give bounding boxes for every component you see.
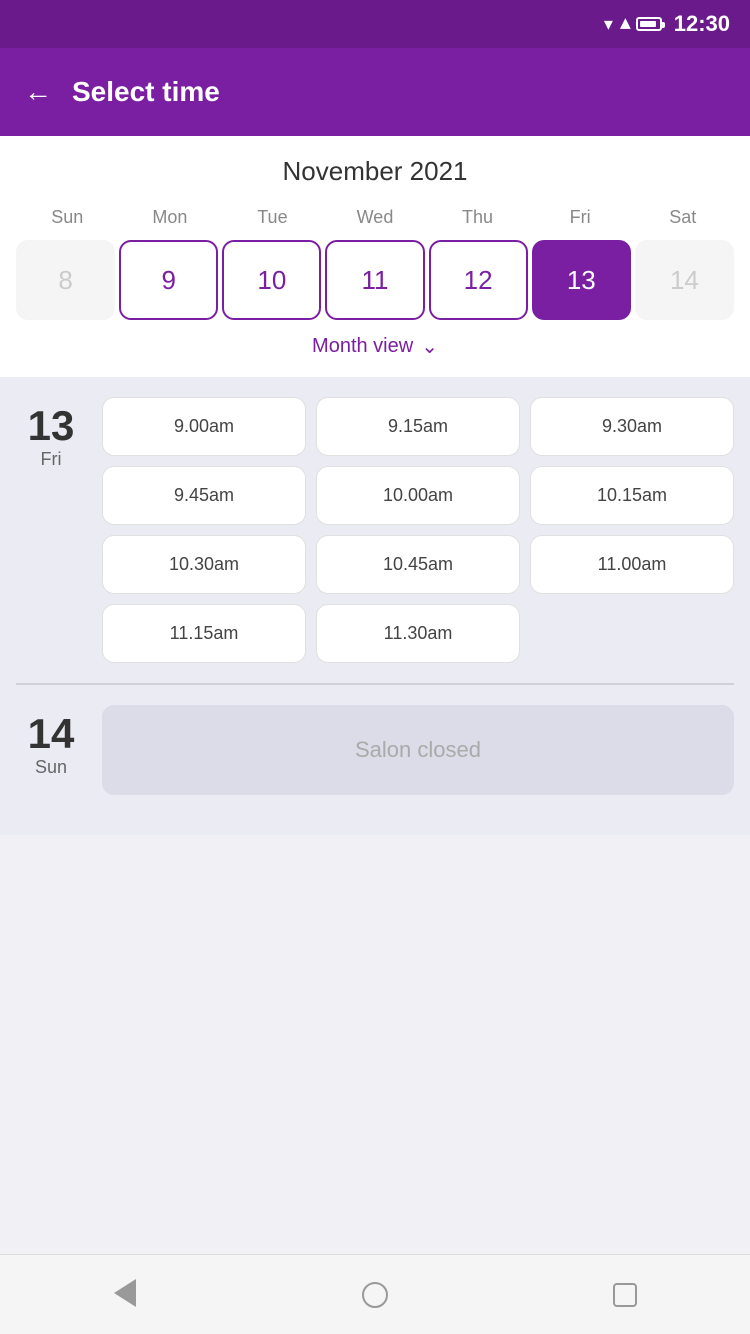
nav-recents-button[interactable] <box>595 1265 655 1325</box>
day-block-13: 13 Fri 9.00am 9.15am 9.30am 9.45am 10.00… <box>16 397 734 663</box>
home-nav-icon <box>362 1282 388 1308</box>
nav-home-button[interactable] <box>345 1265 405 1325</box>
weekday-sun: Sun <box>16 203 119 232</box>
back-nav-icon <box>114 1279 136 1310</box>
day-name-13: Fri <box>41 449 62 470</box>
date-cell-10[interactable]: 10 <box>222 240 321 320</box>
slots-grid-13: 9.00am 9.15am 9.30am 9.45am 10.00am 10.1… <box>102 397 734 663</box>
slot-1100am[interactable]: 11.00am <box>530 535 734 594</box>
day-label-14: 14 Sun <box>16 705 86 795</box>
salon-closed-message: Salon closed <box>102 705 734 795</box>
weekday-fri: Fri <box>529 203 632 232</box>
weekday-mon: Mon <box>119 203 222 232</box>
battery-icon <box>636 17 662 31</box>
slot-915am[interactable]: 9.15am <box>316 397 520 456</box>
day-name-14: Sun <box>35 757 67 778</box>
nav-back-button[interactable] <box>95 1265 155 1325</box>
slot-1045am[interactable]: 10.45am <box>316 535 520 594</box>
recents-nav-icon <box>613 1283 637 1307</box>
date-cell-14[interactable]: 14 <box>635 240 734 320</box>
day-block-14: 14 Sun Salon closed <box>16 705 734 795</box>
weekday-tue: Tue <box>221 203 324 232</box>
back-button[interactable]: ← <box>24 78 52 106</box>
month-year-label: November 2021 <box>16 156 734 187</box>
slot-1130am[interactable]: 11.30am <box>316 604 520 663</box>
section-divider <box>16 683 734 685</box>
page-title: Select time <box>72 76 220 108</box>
date-cell-8[interactable]: 8 <box>16 240 115 320</box>
weekday-wed: Wed <box>324 203 427 232</box>
date-cell-9[interactable]: 9 <box>119 240 218 320</box>
status-time: 12:30 <box>674 11 730 37</box>
calendar-section: November 2021 Sun Mon Tue Wed Thu Fri Sa… <box>0 136 750 377</box>
signal-icon <box>619 15 630 33</box>
date-cell-13[interactable]: 13 <box>532 240 631 320</box>
weekday-row: Sun Mon Tue Wed Thu Fri Sat <box>16 203 734 232</box>
bottom-nav <box>0 1254 750 1334</box>
time-slots-section: 13 Fri 9.00am 9.15am 9.30am 9.45am 10.00… <box>0 377 750 835</box>
slot-945am[interactable]: 9.45am <box>102 466 306 525</box>
day-number-13: 13 <box>28 405 75 447</box>
weekday-sat: Sat <box>631 203 734 232</box>
day-label-13: 13 Fri <box>16 397 86 663</box>
wifi-icon <box>604 14 613 35</box>
date-cell-11[interactable]: 11 <box>325 240 424 320</box>
chevron-down-icon: ⌄ <box>421 334 438 359</box>
app-bar: ← Select time <box>0 48 750 136</box>
slot-930am[interactable]: 9.30am <box>530 397 734 456</box>
day-number-14: 14 <box>28 713 75 755</box>
slot-1015am[interactable]: 10.15am <box>530 466 734 525</box>
status-icons: 12:30 <box>604 11 730 37</box>
status-bar: 12:30 <box>0 0 750 48</box>
month-view-label: Month view <box>312 335 413 358</box>
slot-1000am[interactable]: 10.00am <box>316 466 520 525</box>
date-row: 8 9 10 11 12 13 14 <box>16 240 734 320</box>
date-cell-12[interactable]: 12 <box>429 240 528 320</box>
weekday-thu: Thu <box>426 203 529 232</box>
slot-1115am[interactable]: 11.15am <box>102 604 306 663</box>
month-view-toggle[interactable]: Month view ⌄ <box>16 320 734 365</box>
slot-1030am[interactable]: 10.30am <box>102 535 306 594</box>
slot-900am[interactable]: 9.00am <box>102 397 306 456</box>
